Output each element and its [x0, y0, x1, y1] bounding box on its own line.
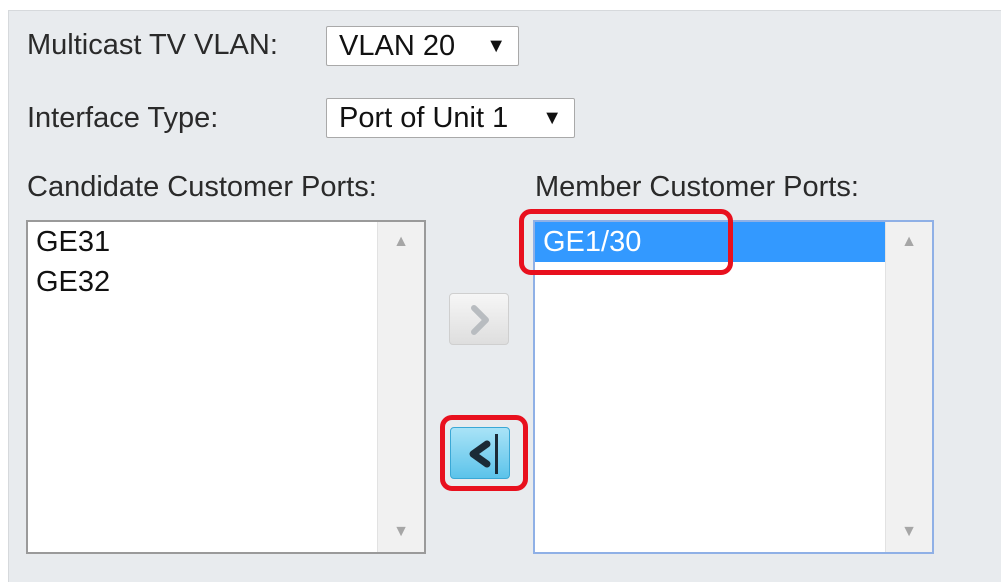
interface-type-label: Interface Type:	[27, 102, 219, 134]
scroll-up-icon[interactable]: ▲	[378, 222, 424, 262]
interface-type-select[interactable]: Port of Unit 1 ▼	[326, 98, 575, 138]
scroll-down-icon[interactable]: ▼	[886, 512, 932, 552]
scroll-down-icon[interactable]: ▼	[378, 512, 424, 552]
interface-type-value: Port of Unit 1	[339, 102, 509, 134]
multicast-tv-vlan-value: VLAN 20	[339, 30, 456, 62]
candidate-ports-label: Candidate Customer Ports:	[27, 171, 377, 203]
multicast-tv-vlan-select[interactable]: VLAN 20 ▼	[326, 26, 519, 66]
list-item-member-port[interactable]: GE1/30	[535, 222, 886, 262]
scroll-up-icon[interactable]: ▲	[886, 222, 932, 262]
candidate-ports-scrollbar[interactable]: ▲ ▼	[377, 222, 424, 552]
remove-port-button[interactable]	[450, 427, 510, 479]
member-ports-listbox[interactable]: GE1/30 ▲ ▼	[533, 220, 934, 554]
list-item-candidate-port[interactable]: GE31	[28, 222, 378, 262]
chevron-left-icon	[469, 434, 498, 474]
candidate-ports-items: GE31 GE32	[28, 222, 378, 552]
member-ports-label: Member Customer Ports:	[535, 171, 859, 203]
caret-down-icon: ▼	[542, 107, 562, 129]
caret-down-icon: ▼	[486, 35, 506, 57]
add-port-button[interactable]	[449, 293, 509, 345]
multicast-tv-vlan-label: Multicast TV VLAN:	[27, 29, 278, 61]
member-ports-scrollbar[interactable]: ▲ ▼	[885, 222, 932, 552]
list-item-candidate-port[interactable]: GE32	[28, 262, 378, 302]
candidate-ports-listbox[interactable]: GE31 GE32 ▲ ▼	[26, 220, 426, 554]
member-ports-items: GE1/30	[535, 222, 886, 552]
chevron-right-icon	[471, 305, 489, 335]
